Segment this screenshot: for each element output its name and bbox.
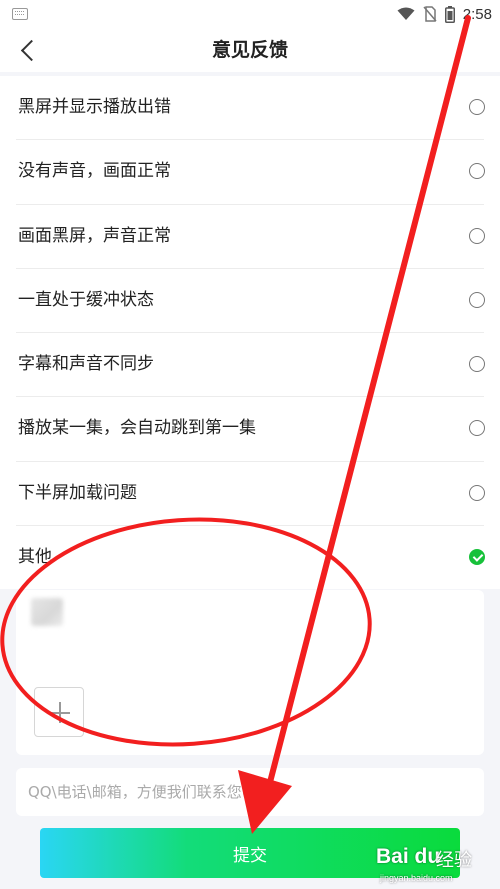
page-title: 意见反馈 xyxy=(211,39,288,61)
page-header: 意见反馈 xyxy=(0,28,500,72)
feedback-textarea[interactable] xyxy=(16,590,484,755)
watermark-logo: Bai du xyxy=(376,845,441,868)
radio-unchecked-icon[interactable] xyxy=(469,420,485,437)
option-label: 一直处于缓冲状态 xyxy=(18,289,154,310)
radio-unchecked-icon[interactable] xyxy=(469,356,485,373)
option-item[interactable]: 播放某一集，会自动跳到第一集 xyxy=(16,397,485,462)
radio-unchecked-icon[interactable] xyxy=(469,163,485,180)
option-item[interactable]: 黑屏并显示播放出错 xyxy=(16,76,485,141)
radio-unchecked-icon[interactable] xyxy=(469,99,485,115)
option-label: 黑屏并显示播放出错 xyxy=(18,97,171,117)
blurred-text xyxy=(31,598,63,626)
status-time: 2:58 xyxy=(462,5,492,23)
option-label: 下半屏加载问题 xyxy=(18,482,137,503)
radio-checked-icon[interactable] xyxy=(469,549,485,566)
radio-unchecked-icon[interactable] xyxy=(469,484,485,501)
radio-unchecked-icon[interactable] xyxy=(469,291,485,308)
battery-icon xyxy=(444,5,455,23)
option-item[interactable]: 下半屏加载问题 xyxy=(16,462,485,527)
no-sim-icon xyxy=(423,6,437,22)
baidu-jingyan-watermark: Bai du 经验 jingyan.baidu.com xyxy=(376,843,496,887)
option-item[interactable]: 字幕和声音不同步 xyxy=(16,333,485,398)
option-label: 没有声音，画面正常 xyxy=(18,161,171,182)
status-icons: 2:58 xyxy=(397,4,492,24)
option-label: 画面黑屏，声音正常 xyxy=(18,225,171,246)
radio-unchecked-icon[interactable] xyxy=(469,227,485,244)
status-bar: 2:58 xyxy=(0,0,500,28)
watermark-url: jingyan.baidu.com xyxy=(380,873,453,883)
feedback-options: 黑屏并显示播放出错 没有声音，画面正常 画面黑屏，声音正常 一直处于缓冲状态 字… xyxy=(0,76,500,590)
option-item[interactable]: 一直处于缓冲状态 xyxy=(16,269,485,334)
wifi-icon xyxy=(397,7,415,20)
option-item[interactable]: 没有声音，画面正常 xyxy=(16,140,485,205)
option-label: 字幕和声音不同步 xyxy=(18,354,154,375)
contact-input[interactable] xyxy=(16,768,484,816)
add-image-button[interactable] xyxy=(34,687,84,737)
option-item-selected[interactable]: 其他 xyxy=(16,526,485,589)
option-label: 其他 xyxy=(18,547,52,568)
option-label: 播放某一集，会自动跳到第一集 xyxy=(18,418,256,439)
watermark-brand: 经验 xyxy=(436,850,472,871)
keyboard-icon xyxy=(12,8,28,20)
option-item[interactable]: 画面黑屏，声音正常 xyxy=(16,205,485,269)
